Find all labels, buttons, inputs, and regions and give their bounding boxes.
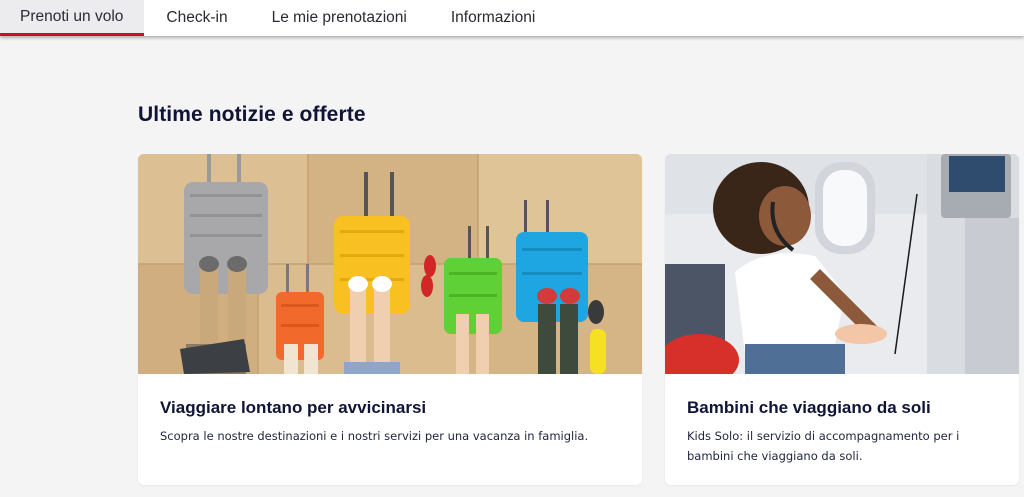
card-title: Viaggiare lontano per avvicinarsi: [160, 398, 427, 417]
top-nav-tabs: Prenoti un volo Check-in Le mie prenotaz…: [0, 0, 1024, 36]
tab-le-mie-prenotazioni[interactable]: Le mie prenotazioni: [250, 0, 429, 36]
news-card-family-travel[interactable]: Viaggiare lontano per avvicinarsi Scopra…: [138, 154, 642, 485]
tab-prenoti-un-volo[interactable]: Prenoti un volo: [0, 0, 145, 36]
tab-informazioni[interactable]: Informazioni: [429, 0, 557, 36]
card-description: Scopra le nostre destinazioni e i nostri…: [160, 429, 589, 443]
child-on-plane-image: [665, 154, 1019, 374]
section-title: Ultime notizie e offerte: [138, 103, 366, 126]
card-title: Bambini che viaggiano da soli: [687, 398, 931, 417]
tab-check-in[interactable]: Check-in: [144, 0, 249, 36]
card-description: Kids Solo: il servizio di accompagnament…: [687, 429, 960, 463]
family-luggage-image: [138, 154, 642, 374]
news-card-kids-solo[interactable]: Bambini che viaggiano da soli Kids Solo:…: [665, 154, 1019, 485]
